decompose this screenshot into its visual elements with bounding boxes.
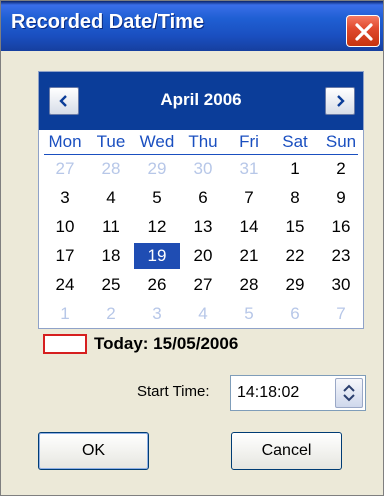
day-cell[interactable]: 18	[88, 243, 134, 269]
month-calendar: April 2006 Mon Tue Wed Thu Fri Sat Sun 2…	[38, 71, 364, 329]
close-button[interactable]	[346, 15, 380, 47]
day-cell[interactable]: 12	[134, 214, 180, 240]
day-cell[interactable]: 29	[134, 156, 180, 182]
weekday-label: Wed	[139, 132, 175, 151]
day-cell[interactable]: 17	[42, 243, 88, 269]
day-cell[interactable]: 24	[42, 272, 88, 298]
day-cell[interactable]: 26	[134, 272, 180, 298]
day-cell[interactable]: 28	[226, 272, 272, 298]
day-cell[interactable]: 2	[88, 301, 134, 327]
day-cell[interactable]: 4	[180, 301, 226, 327]
day-cell[interactable]: 21	[226, 243, 272, 269]
month-label: April 2006	[160, 90, 242, 109]
today-marker-box[interactable]	[43, 334, 87, 354]
day-cell[interactable]: 11	[88, 214, 134, 240]
day-cell[interactable]: 10	[42, 214, 88, 240]
day-cell[interactable]: 20	[180, 243, 226, 269]
day-cell[interactable]: 7	[226, 185, 272, 211]
calendar-header: April 2006	[39, 72, 363, 130]
ok-button[interactable]: OK	[38, 432, 149, 470]
next-month-button[interactable]	[325, 87, 355, 115]
day-cell[interactable]: 8	[272, 185, 318, 211]
day-cell[interactable]: 2	[318, 156, 364, 182]
day-cell[interactable]: 9	[318, 185, 364, 211]
start-time-field[interactable]: 14:18:02	[230, 375, 366, 411]
spin-up-down-icon	[343, 384, 355, 402]
cancel-button[interactable]: Cancel	[231, 432, 342, 470]
day-cell[interactable]: 1	[272, 156, 318, 182]
day-cell[interactable]: 15	[272, 214, 318, 240]
day-cell[interactable]: 14	[226, 214, 272, 240]
weekday-label: Mon	[48, 132, 82, 151]
day-cell[interactable]: 3	[134, 301, 180, 327]
title-bar[interactable]: Recorded Date/Time	[1, 1, 383, 51]
day-cell[interactable]: 31	[226, 156, 272, 182]
today-link[interactable]: Today: 15/05/2006	[94, 334, 238, 354]
day-cell[interactable]: 29	[272, 272, 318, 298]
day-cell[interactable]: 25	[88, 272, 134, 298]
window-title: Recorded Date/Time	[11, 11, 205, 33]
day-cell[interactable]: 30	[180, 156, 226, 182]
weekday-header-row: Mon Tue Wed Thu Fri Sat Sun	[39, 130, 363, 154]
weekday-divider	[44, 154, 358, 155]
day-cell[interactable]: 6	[180, 185, 226, 211]
day-cell[interactable]: 3	[42, 185, 88, 211]
start-time-value[interactable]: 14:18:02	[237, 384, 299, 402]
day-cell[interactable]: 1	[42, 301, 88, 327]
day-cell[interactable]: 30	[318, 272, 364, 298]
chevron-right-icon	[337, 95, 345, 107]
start-time-label: Start Time:	[137, 383, 210, 400]
day-cell[interactable]: 22	[272, 243, 318, 269]
day-cell[interactable]: 23	[318, 243, 364, 269]
weekday-label: Sat	[282, 132, 308, 151]
day-cell[interactable]: 4	[88, 185, 134, 211]
close-icon	[355, 23, 373, 41]
day-cell[interactable]: 5	[134, 185, 180, 211]
weekday-label: Sun	[325, 132, 357, 151]
day-cell[interactable]: 5	[226, 301, 272, 327]
weekday-label: Thu	[188, 132, 218, 151]
day-cell[interactable]: 6	[272, 301, 318, 327]
day-cell[interactable]: 13	[180, 214, 226, 240]
day-cell[interactable]: 27	[180, 272, 226, 298]
day-cell[interactable]: 28	[88, 156, 134, 182]
weekday-label: Fri	[239, 132, 259, 151]
day-cell[interactable]: 27	[42, 156, 88, 182]
selected-day-cell[interactable]: 19	[134, 243, 180, 269]
weekday-label: Tue	[96, 132, 126, 151]
day-cell[interactable]: 7	[318, 301, 364, 327]
day-cell[interactable]: 16	[318, 214, 364, 240]
date-time-dialog: Recorded Date/Time April 2006 Mon Tue We…	[0, 0, 384, 496]
time-spinner[interactable]	[335, 378, 363, 408]
day-grid: 27 28 29 30 31 1 2 3 4 5 6 7 8 9 10 11 12 13 14 15 16 17 18 19 2…	[39, 156, 363, 328]
